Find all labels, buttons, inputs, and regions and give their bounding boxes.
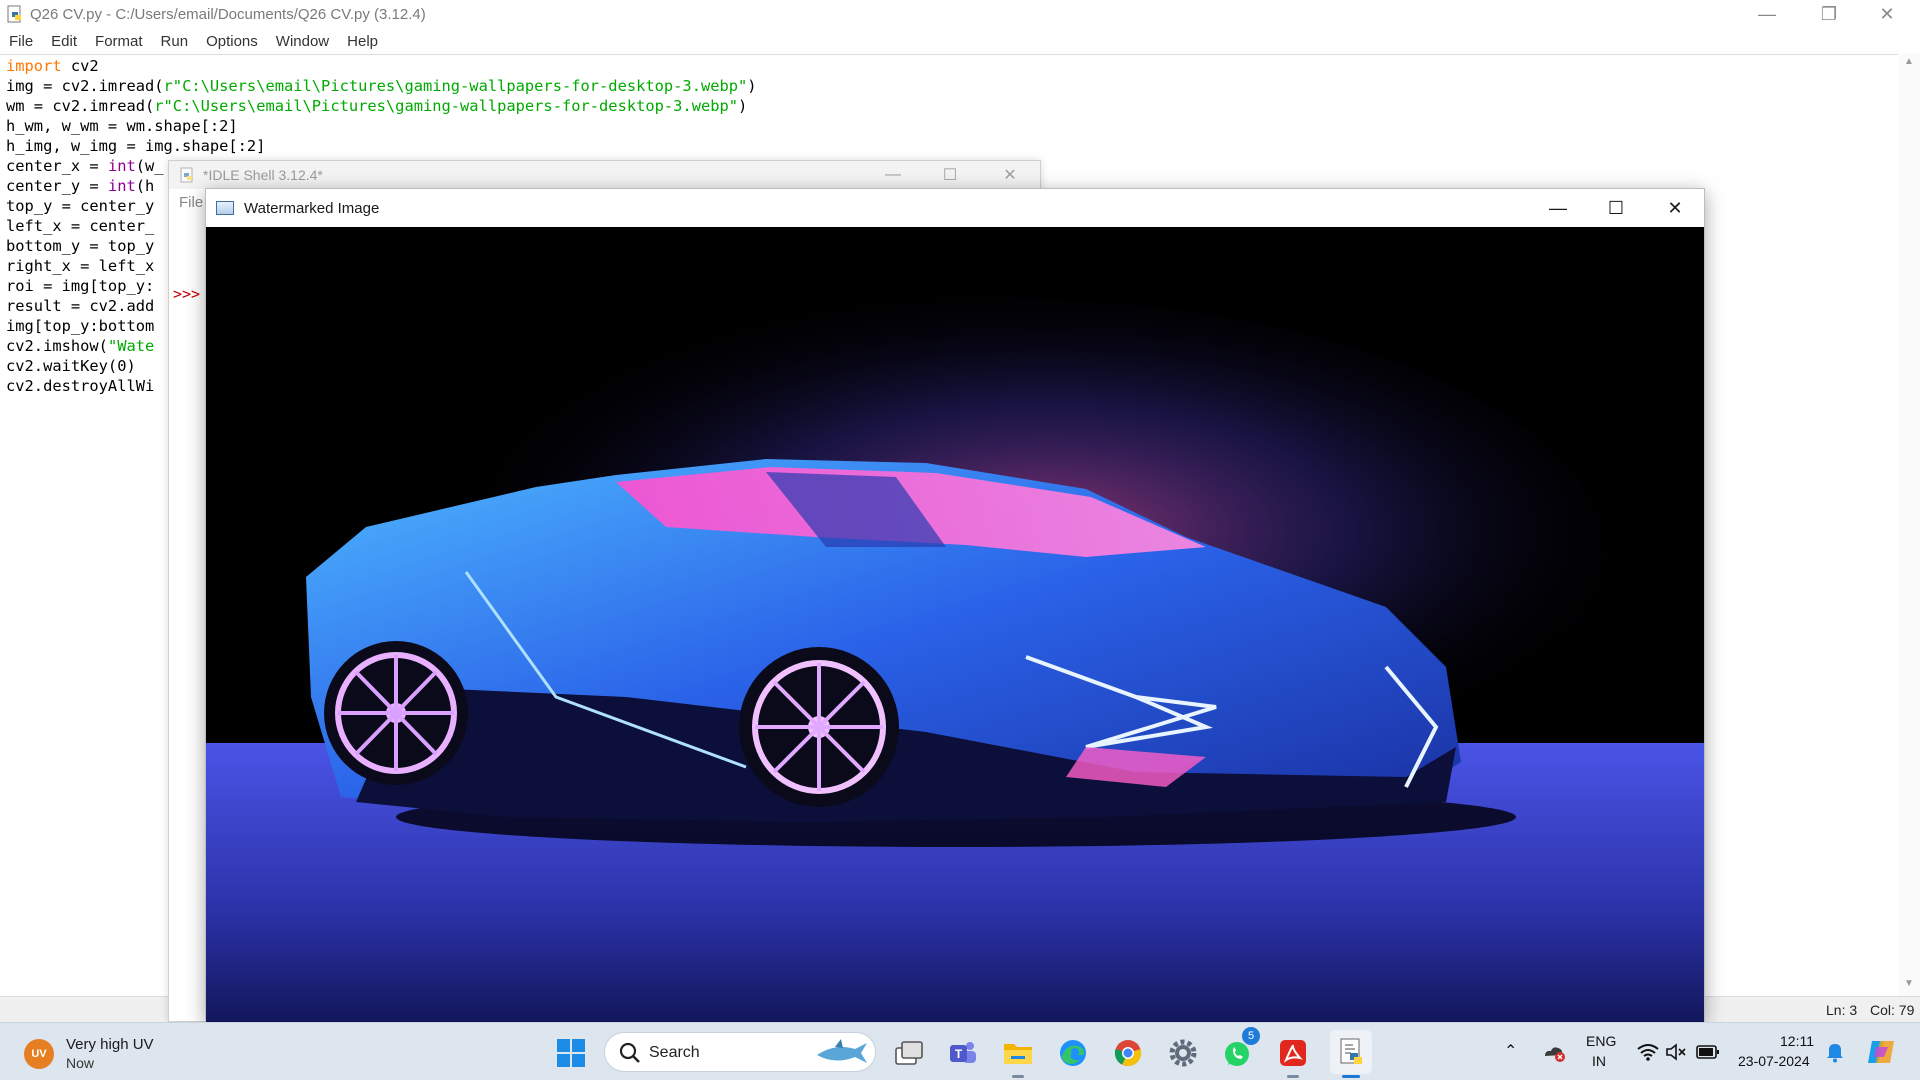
editor-title-text: Q26 CV.py - C:/Users/email/Documents/Q26… [30, 5, 426, 23]
volume-muted-icon[interactable] [1665, 1043, 1687, 1061]
sports-car-image [206, 227, 1704, 1023]
clock-time[interactable]: 12:11 [1780, 1033, 1814, 1049]
windows-start-icon[interactable] [553, 1035, 589, 1071]
shell-title-bar[interactable]: *IDLE Shell 3.12.4* — ☐ ✕ [169, 161, 1040, 189]
window-app-icon [216, 201, 234, 215]
scroll-up-icon[interactable]: ▲ [1904, 56, 1914, 67]
weather-uv-icon: UV [24, 1039, 54, 1069]
battery-icon[interactable] [1696, 1044, 1720, 1060]
whatsapp-notification-badge: 5 [1242, 1027, 1260, 1045]
onedrive-error-icon[interactable] [1542, 1042, 1566, 1062]
editor-title-bar[interactable]: Q26 CV.py - C:/Users/email/Documents/Q26… [0, 0, 1920, 28]
menu-window[interactable]: Window [267, 33, 338, 50]
weather-widget[interactable]: UV Very high UV Now [24, 1035, 154, 1073]
close-icon[interactable]: ✕ [1858, 0, 1916, 28]
edge-browser-icon[interactable] [1055, 1035, 1091, 1071]
taskbar-search-box[interactable]: Search [604, 1032, 876, 1072]
search-highlight-shark-icon [817, 1039, 867, 1063]
scroll-down-icon[interactable]: ▼ [1904, 978, 1914, 989]
maximize-icon[interactable]: ☐ [1587, 189, 1645, 227]
menu-format[interactable]: Format [86, 33, 152, 50]
editor-vertical-scrollbar[interactable]: ▲ ▼ [1898, 54, 1920, 996]
menu-file[interactable]: File [0, 33, 42, 50]
taskbar: UV Very high UV Now Search T 5 ⌃ ENG IN … [0, 1022, 1920, 1080]
close-icon[interactable]: ✕ [1646, 189, 1704, 227]
close-icon[interactable]: ✕ [981, 161, 1039, 189]
code-line[interactable]: h_img, w_img = img.shape[:2] [6, 136, 757, 156]
image-window-title: Watermarked Image [244, 199, 380, 217]
whatsapp-icon[interactable]: 5 [1220, 1027, 1260, 1071]
running-indicator [1012, 1075, 1024, 1078]
clock-date[interactable]: 23-07-2024 [1738, 1053, 1810, 1069]
language-line2[interactable]: IN [1592, 1053, 1606, 1069]
minimize-icon[interactable]: — [1738, 0, 1796, 28]
running-indicator [1287, 1075, 1299, 1078]
search-icon [619, 1042, 640, 1063]
watermarked-image-window[interactable]: Watermarked Image — ☐ ✕ [205, 188, 1705, 1023]
python-idle-taskbar-icon[interactable] [1330, 1030, 1372, 1074]
svg-text:T: T [955, 1047, 963, 1061]
task-view-icon[interactable] [891, 1035, 927, 1071]
weather-title: Very high UV [66, 1036, 154, 1053]
menu-edit[interactable]: Edit [42, 33, 86, 50]
teams-icon[interactable]: T [945, 1035, 981, 1071]
shell-title-text: *IDLE Shell 3.12.4* [203, 167, 323, 183]
language-line1[interactable]: ENG [1586, 1033, 1616, 1049]
shell-menu-file[interactable]: File [179, 194, 203, 211]
image-window-title-bar[interactable]: Watermarked Image — ☐ ✕ [206, 189, 1704, 227]
menu-run[interactable]: Run [152, 33, 198, 50]
settings-gear-icon[interactable] [1165, 1035, 1201, 1071]
search-label: Search [649, 1044, 700, 1061]
code-line[interactable]: import cv2 [6, 56, 757, 76]
editor-menu-bar: File Edit Format Run Options Window Help [0, 28, 1920, 54]
status-col: Col: 79 [1870, 1002, 1915, 1018]
maximize-icon[interactable]: ☐ [921, 161, 979, 189]
status-line: Ln: 3 [1826, 1002, 1858, 1018]
restore-icon[interactable]: ❐ [1800, 0, 1858, 28]
minimize-icon[interactable]: — [864, 161, 922, 189]
menu-help[interactable]: Help [338, 33, 387, 50]
python-file-icon [180, 167, 193, 183]
wifi-icon[interactable] [1637, 1043, 1659, 1061]
file-explorer-icon[interactable] [1000, 1035, 1036, 1071]
chrome-browser-icon[interactable] [1110, 1035, 1146, 1071]
code-line[interactable]: img = cv2.imread(r"C:\Users\email\Pictur… [6, 76, 757, 96]
menu-divider [0, 54, 1920, 55]
python-file-icon [7, 5, 21, 23]
notification-bell-icon[interactable] [1826, 1041, 1844, 1063]
weather-subtitle: Now [66, 1055, 95, 1071]
active-indicator [1342, 1075, 1360, 1078]
show-hidden-icons-chevron-icon[interactable]: ⌃ [1504, 1041, 1517, 1061]
image-canvas [206, 227, 1704, 1023]
menu-options[interactable]: Options [197, 33, 267, 50]
code-line[interactable]: wm = cv2.imread(r"C:\Users\email\Picture… [6, 96, 757, 116]
code-line[interactable]: h_wm, w_wm = wm.shape[:2] [6, 116, 757, 136]
minimize-icon[interactable]: — [1529, 189, 1587, 227]
copilot-icon[interactable] [1866, 1037, 1898, 1067]
acrobat-reader-icon[interactable] [1275, 1035, 1311, 1071]
shell-prompt: >>> [173, 285, 201, 303]
